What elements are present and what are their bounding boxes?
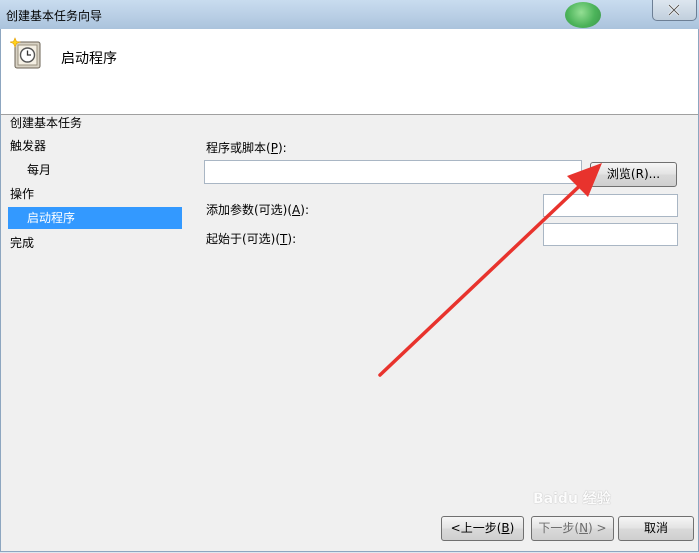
- cancel-button[interactable]: 取消: [618, 516, 694, 541]
- add-arguments-label: 添加参数(可选)(A):: [206, 203, 309, 217]
- program-script-input[interactable]: [204, 160, 582, 184]
- next-button[interactable]: 下一步(N) >: [531, 516, 614, 541]
- nav-step-label: 完成: [10, 236, 35, 250]
- nav-step-finish[interactable]: 完成: [10, 232, 34, 254]
- add-arguments-input[interactable]: [543, 194, 678, 217]
- start-in-input[interactable]: [543, 223, 678, 246]
- nav-step-create-basic-task[interactable]: 创建基本任务: [10, 112, 82, 134]
- nav-step-monthly[interactable]: 每月: [27, 159, 51, 181]
- close-icon: [668, 4, 680, 16]
- wizard-footer: <上一步(B) 下一步(N) > 取消: [0, 507, 699, 552]
- nav-step-label: 每月: [27, 163, 52, 177]
- title-bar: 创建基本任务向导: [0, 0, 699, 30]
- browse-button[interactable]: 浏览(R)...: [590, 162, 677, 187]
- start-in-label: 起始于(可选)(T):: [206, 232, 297, 246]
- program-script-label: 程序或脚本(P):: [206, 141, 287, 155]
- page-title: 启动程序: [61, 51, 117, 67]
- wizard-content: 创建基本任务 触发器 每月 操作 启动程序 完成 程序或脚本(P): 浏览(R)…: [0, 115, 699, 507]
- baidu-watermark: Baidu 经验: [533, 491, 611, 507]
- wizard-steps-nav: 创建基本任务 触发器 每月 操作 启动程序 完成: [1, 115, 191, 507]
- nav-step-start-program[interactable]: 启动程序: [8, 207, 182, 229]
- nav-step-label: 启动程序: [27, 211, 76, 225]
- task-scheduler-icon: [10, 37, 41, 69]
- window-title: 创建基本任务向导: [6, 9, 103, 23]
- wizard-header: 启动程序: [0, 29, 699, 115]
- nav-step-trigger[interactable]: 触发器: [10, 135, 46, 157]
- close-button[interactable]: [652, 0, 697, 21]
- back-button[interactable]: <上一步(B): [441, 516, 524, 541]
- nav-step-label: 触发器: [10, 139, 47, 153]
- background-decoration: [565, 2, 601, 28]
- nav-step-label: 操作: [10, 187, 35, 201]
- nav-step-action[interactable]: 操作: [10, 183, 34, 205]
- nav-step-label: 创建基本任务: [10, 116, 83, 130]
